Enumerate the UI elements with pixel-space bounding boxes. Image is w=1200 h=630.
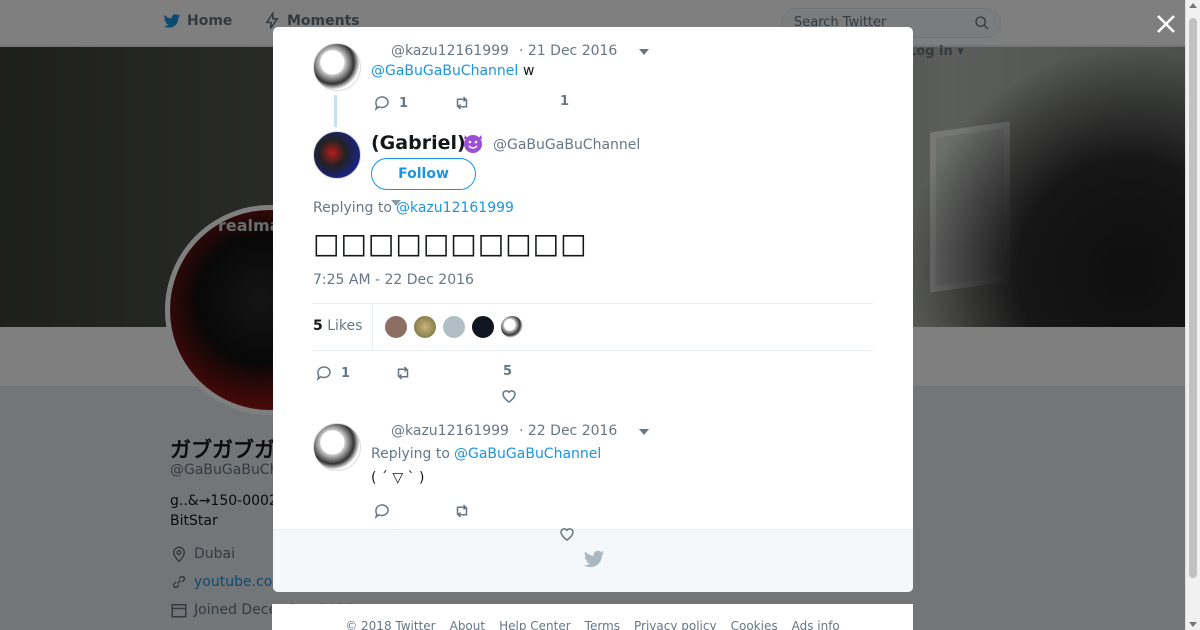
follow-button[interactable]: Follow <box>371 158 476 190</box>
reply-icon <box>316 366 331 381</box>
likes-count[interactable]: 5 Likes <box>313 318 362 334</box>
tweet1-retweet-button[interactable] <box>453 94 471 112</box>
twitter-bird-icon <box>583 550 605 568</box>
tweet1-chevron-down-icon[interactable] <box>639 49 649 55</box>
tweet3-retweet-button[interactable] <box>453 502 471 520</box>
scroll-up-arrow-icon[interactable] <box>1189 3 1197 8</box>
heart-icon[interactable] <box>500 387 518 405</box>
main-tweet-timestamp[interactable]: 7:25 AM - 22 Dec 2016 <box>313 272 474 288</box>
tweet3-replying-mention[interactable]: @GaBuGaBuChannel <box>454 446 601 462</box>
likes-label: Likes <box>327 318 363 334</box>
tweet1-date[interactable]: · 21 Dec 2016 <box>519 43 617 59</box>
main-tweet-handle[interactable]: @GaBuGaBuChannel <box>493 137 640 153</box>
site-footer: © 2018 Twitter About Help Center Terms P… <box>272 604 913 630</box>
main-reply-count: 1 <box>341 365 351 381</box>
footer-copyright: © 2018 Twitter <box>345 619 436 630</box>
page-scrollbar[interactable] <box>1185 0 1200 630</box>
likes-number: 5 <box>313 318 323 334</box>
main-tweet-avatar[interactable] <box>313 131 361 179</box>
scroll-down-arrow-icon[interactable] <box>1189 622 1197 627</box>
footer-link-help[interactable]: Help Center <box>499 619 571 630</box>
tweet3-text: ( ´ ▽ ` ) <box>371 470 425 486</box>
tweet-permalink-modal: @kazu12161999 · 21 Dec 2016 @GaBuGaBuCha… <box>273 27 913 592</box>
tweet3-handle[interactable]: @kazu12161999 <box>391 423 509 439</box>
footer-link-privacy[interactable]: Privacy policy <box>634 619 717 630</box>
tweet1-mention[interactable]: @GaBuGaBuChannel <box>371 63 518 79</box>
main-like-count-wrap[interactable]: 5 <box>503 364 512 379</box>
heart-icon[interactable] <box>558 525 576 543</box>
tweet1-text: w <box>523 63 535 79</box>
main-tweet-text: □□□□□□□□□□ <box>313 227 588 260</box>
likes-summary-row: 5 Likes <box>313 303 873 351</box>
liker-avatar[interactable] <box>500 315 524 339</box>
thread-connector-line <box>334 95 337 127</box>
main-replying-mention[interactable]: @kazu12161999 <box>396 200 514 216</box>
retweet-icon <box>397 366 409 380</box>
tweet3-reply-button[interactable] <box>373 502 391 520</box>
modal-footer <box>273 529 913 592</box>
tweet1-avatar[interactable] <box>313 43 361 91</box>
main-tweet-author-name[interactable]: (Gabriel) <box>371 132 466 154</box>
tweet1-handle[interactable]: @kazu12161999 <box>391 43 509 59</box>
retweet-icon <box>456 96 468 110</box>
reply-icon <box>374 96 389 111</box>
tweet1-reply-button[interactable]: 1 <box>373 94 408 112</box>
liker-avatar[interactable] <box>471 315 495 339</box>
tweet3-date[interactable]: · 22 Dec 2016 <box>519 423 617 439</box>
tweet1-like-button[interactable]: 1 <box>560 94 569 109</box>
tweet1-reply-count: 1 <box>399 95 409 111</box>
liker-avatar[interactable] <box>413 315 437 339</box>
footer-link-terms[interactable]: Terms <box>585 619 620 630</box>
retweet-icon <box>456 504 468 518</box>
close-icon[interactable] <box>1154 12 1178 36</box>
main-like-count: 5 <box>503 364 513 379</box>
main-replying-label: Replying to <box>313 200 392 216</box>
main-reply-button[interactable]: 1 <box>315 364 350 382</box>
footer-link-ads[interactable]: Ads info <box>792 619 840 630</box>
main-retweet-button[interactable] <box>394 364 412 382</box>
tweet3-replying-label: Replying to <box>371 446 450 462</box>
liker-avatar[interactable] <box>442 315 466 339</box>
reply-icon <box>374 504 389 519</box>
tweet1-like-count: 1 <box>560 94 570 109</box>
scroll-thumb[interactable] <box>1189 18 1197 578</box>
liker-avatar[interactable] <box>384 315 408 339</box>
tweet3-avatar[interactable] <box>313 423 361 471</box>
footer-link-cookies[interactable]: Cookies <box>731 619 778 630</box>
likes-divider <box>372 304 373 350</box>
footer-link-about[interactable]: About <box>450 619 485 630</box>
smiling-devil-emoji-icon <box>464 135 482 153</box>
tweet3-chevron-down-icon[interactable] <box>639 429 649 435</box>
